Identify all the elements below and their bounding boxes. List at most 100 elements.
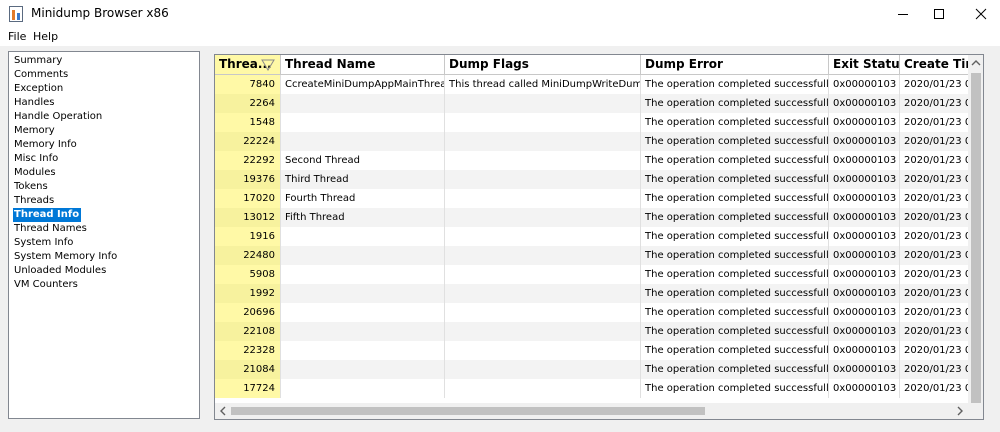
menu-help[interactable]: Help bbox=[33, 30, 58, 43]
maximize-button[interactable] bbox=[916, 0, 962, 28]
thread-name-cell bbox=[281, 227, 445, 246]
title-bar[interactable]: Minidump Browser x86 bbox=[0, 0, 1000, 28]
nav-item-system-memory-info[interactable]: System Memory Info bbox=[13, 250, 119, 264]
table-row[interactable]: 17020 Fourth Thread The operation complete… bbox=[215, 189, 970, 208]
table-row[interactable]: 1916 The operation completed successfully… bbox=[215, 227, 970, 246]
thread-id-cell: 1548 bbox=[215, 113, 281, 132]
dump-flags-cell bbox=[445, 360, 641, 379]
table-row[interactable]: 7840 CcreateMiniDumpAppMainThread This thr… bbox=[215, 75, 970, 94]
nav-item-memory-info[interactable]: Memory Info bbox=[13, 138, 79, 152]
nav-item-comments[interactable]: Comments bbox=[13, 68, 70, 82]
col-thread-name-header[interactable]: Thread Name bbox=[281, 55, 445, 75]
exit-status-cell: 0x00000103 bbox=[829, 322, 900, 341]
table-row[interactable]: 21084 The operation completed successfull… bbox=[215, 360, 970, 379]
col-dump-error-header[interactable]: Dump Error bbox=[641, 55, 829, 75]
nav-item-threads[interactable]: Threads bbox=[13, 194, 56, 208]
thread-id-cell: 20696 bbox=[215, 303, 281, 322]
dump-flags-cell bbox=[445, 322, 641, 341]
nav-item-vm-counters[interactable]: VM Counters bbox=[13, 278, 80, 292]
col-thread-id-header[interactable]: Threa... bbox=[215, 55, 281, 75]
thread-id-cell: 5908 bbox=[215, 265, 281, 284]
exit-status-cell: 0x00000103 bbox=[829, 246, 900, 265]
dump-error-cell: The operation completed successfully. bbox=[641, 303, 829, 322]
dump-error-cell: The operation completed successfully. bbox=[641, 113, 829, 132]
dump-flags-cell bbox=[445, 189, 641, 208]
nav-item-thread-names[interactable]: Thread Names bbox=[13, 222, 89, 236]
close-button[interactable] bbox=[958, 0, 1000, 28]
col-thread-name-label: Thread Name bbox=[285, 57, 376, 71]
thread-grid[interactable]: Threa... Thread Name Dump Flags Dump Error E… bbox=[214, 54, 984, 420]
exit-status-cell: 0x00000103 bbox=[829, 208, 900, 227]
col-exit-status-label: Exit Status bbox=[833, 57, 900, 71]
dump-flags-cell bbox=[445, 151, 641, 170]
table-row[interactable]: 22292 Second Thread The operation complete… bbox=[215, 151, 970, 170]
create-time-cell: 2020/01/23 09 bbox=[900, 246, 970, 265]
horizontal-scrollbar[interactable] bbox=[215, 403, 968, 419]
menu-file[interactable]: File bbox=[8, 30, 26, 43]
create-time-cell: 2020/01/23 09 bbox=[900, 132, 970, 151]
window-title: Minidump Browser x86 bbox=[31, 6, 169, 20]
dump-error-cell: The operation completed successfully. bbox=[641, 322, 829, 341]
dump-flags-cell bbox=[445, 246, 641, 265]
nav-item-memory[interactable]: Memory bbox=[13, 124, 57, 138]
vertical-scrollbar[interactable] bbox=[968, 55, 983, 403]
nav-item-tokens[interactable]: Tokens bbox=[13, 180, 50, 194]
nav-item-misc-info[interactable]: Misc Info bbox=[13, 152, 60, 166]
col-create-time-header[interactable]: Create Tim bbox=[900, 55, 970, 75]
exit-status-cell: 0x00000103 bbox=[829, 132, 900, 151]
vertical-scroll-thumb[interactable] bbox=[971, 73, 981, 403]
nav-item-modules[interactable]: Modules bbox=[13, 166, 58, 180]
nav-item-unloaded-modules[interactable]: Unloaded Modules bbox=[13, 264, 108, 278]
nav-item-thread-info[interactable]: Thread Info bbox=[13, 208, 82, 222]
exit-status-cell: 0x00000103 bbox=[829, 284, 900, 303]
create-time-cell: 2020/01/23 09 bbox=[900, 170, 970, 189]
table-row[interactable]: 17724 The operation completed successfull… bbox=[215, 379, 970, 398]
dump-flags-cell bbox=[445, 303, 641, 322]
create-time-cell: 2020/01/23 09 bbox=[900, 75, 970, 94]
table-row[interactable]: 22224 The operation completed successfull… bbox=[215, 132, 970, 151]
stream-list[interactable]: Summary Comments Exception Handles Handle Op… bbox=[8, 51, 200, 419]
dump-flags-cell bbox=[445, 284, 641, 303]
thread-id-cell: 13012 bbox=[215, 208, 281, 227]
thread-id-cell: 22328 bbox=[215, 341, 281, 360]
col-dump-flags-header[interactable]: Dump Flags bbox=[445, 55, 641, 75]
thread-name-cell bbox=[281, 341, 445, 360]
table-row[interactable]: 5908 The operation completed successfully… bbox=[215, 265, 970, 284]
nav-item-handles[interactable]: Handles bbox=[13, 96, 56, 110]
dump-error-cell: The operation completed successfully. bbox=[641, 284, 829, 303]
scroll-left-icon[interactable] bbox=[219, 406, 227, 416]
col-dump-flags-label: Dump Flags bbox=[449, 57, 529, 71]
table-row[interactable]: 22328 The operation completed successfull… bbox=[215, 341, 970, 360]
dump-error-cell: The operation completed successfully. bbox=[641, 94, 829, 113]
menu-bar: File Help bbox=[0, 28, 1000, 46]
table-row[interactable]: 20696 The operation completed successfull… bbox=[215, 303, 970, 322]
table-row[interactable]: 13012 Fifth Thread The operation completed… bbox=[215, 208, 970, 227]
table-row[interactable]: 19376 Third Thread The operation completed… bbox=[215, 170, 970, 189]
col-exit-status-header[interactable]: Exit Status bbox=[829, 55, 900, 75]
table-row[interactable]: 22480 The operation completed successfull… bbox=[215, 246, 970, 265]
table-row[interactable]: 1992 The operation completed successfully… bbox=[215, 284, 970, 303]
minidump-app-icon bbox=[9, 6, 23, 22]
close-icon bbox=[975, 8, 987, 20]
nav-item-summary[interactable]: Summary bbox=[13, 54, 64, 68]
thread-name-cell bbox=[281, 360, 445, 379]
nav-item-handle-operation[interactable]: Handle Operation bbox=[13, 110, 104, 124]
dump-error-cell: The operation completed successfully. bbox=[641, 379, 829, 398]
horizontal-scroll-thumb[interactable] bbox=[231, 407, 705, 415]
exit-status-cell: 0x00000103 bbox=[829, 75, 900, 94]
thread-id-cell: 19376 bbox=[215, 170, 281, 189]
scroll-up-icon[interactable] bbox=[971, 59, 981, 67]
thread-name-cell bbox=[281, 113, 445, 132]
col-create-time-label: Create Tim bbox=[904, 57, 969, 71]
thread-id-cell: 17724 bbox=[215, 379, 281, 398]
nav-item-exception[interactable]: Exception bbox=[13, 82, 65, 96]
scroll-corner bbox=[968, 403, 983, 419]
table-row[interactable]: 22108 The operation completed successfull… bbox=[215, 322, 970, 341]
scroll-right-icon[interactable] bbox=[956, 406, 964, 416]
create-time-cell: 2020/01/23 09 bbox=[900, 227, 970, 246]
nav-item-system-info[interactable]: System Info bbox=[13, 236, 75, 250]
table-row[interactable]: 1548 The operation completed successfully… bbox=[215, 113, 970, 132]
exit-status-cell: 0x00000103 bbox=[829, 189, 900, 208]
table-row[interactable]: 2264 The operation completed successfully… bbox=[215, 94, 970, 113]
dump-flags-cell bbox=[445, 94, 641, 113]
